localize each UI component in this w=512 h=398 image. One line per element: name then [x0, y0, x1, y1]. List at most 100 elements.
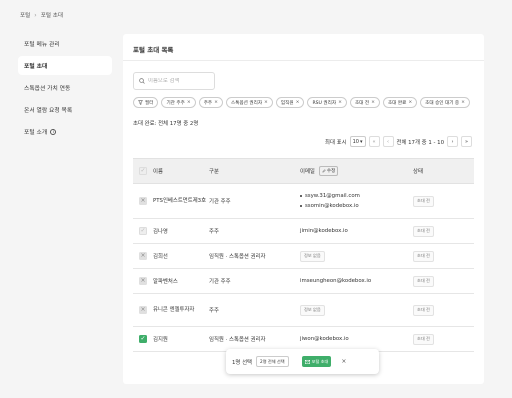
page-title: 포털 초대 목록 — [123, 34, 484, 61]
mail-icon — [304, 359, 310, 364]
row-checkbox[interactable]: × — [139, 252, 147, 260]
row-checkbox[interactable]: × — [139, 306, 147, 314]
row-type: 기관 주주 — [209, 279, 231, 285]
row-name: 김나영 — [153, 229, 168, 235]
close-icon[interactable]: × — [408, 100, 412, 105]
filter-chip-label: 초대 승인 대기 중 — [425, 100, 460, 106]
email-value: ssyw.31@gmail.com — [305, 193, 360, 199]
breadcrumb-root[interactable]: 포털 — [20, 11, 30, 19]
filter-chip[interactable]: 임직원 × — [275, 97, 305, 108]
row-email: ssyw.31@gmail.com ssomin@kodebox.io — [300, 191, 413, 211]
column-header-name[interactable]: 이름 — [153, 167, 209, 175]
next-page-button[interactable]: › — [447, 136, 458, 147]
status-badge: 초대 전 — [413, 195, 434, 207]
status-badge: 초대 전 — [413, 275, 434, 287]
close-icon[interactable]: × — [341, 358, 346, 365]
search-icon — [139, 78, 145, 84]
filter-chip-label: 임직원 — [280, 100, 294, 106]
page-range: 전체 17개 중 1 - 10 — [396, 139, 445, 146]
bullet-icon — [300, 205, 302, 207]
status-badge: 초대 전 — [413, 250, 434, 262]
filter-chip-label: 초대 완료 — [387, 100, 407, 106]
filter-chip[interactable]: 초대 승인 대기 중 × — [420, 97, 470, 108]
row-type: 주주 — [209, 308, 219, 314]
email-missing-badge: 정보 없음 — [300, 304, 325, 316]
filter-chip[interactable]: 주주 × — [198, 97, 223, 108]
filter-label: 필터 — [145, 100, 154, 106]
selection-action-bar: 1명 선택 2명 전체 선택 포털 초대 × — [226, 349, 379, 374]
sidebar-item-stock-option-value[interactable]: 스톡옵션 가치 연동 — [18, 78, 112, 97]
table-row[interactable]: × PTS인베스트먼트제3호 기관 주주 ssyw.31@gmail.com s… — [133, 184, 474, 219]
email-missing-badge: 정보 없음 — [300, 250, 325, 262]
close-icon[interactable]: × — [371, 100, 375, 105]
sidebar-item-portal-menu[interactable]: 포털 메뉴 관리 — [18, 34, 112, 53]
close-icon[interactable]: × — [296, 100, 300, 105]
page-size-select[interactable]: 10 ▾ — [349, 136, 366, 147]
table-row[interactable]: × 유니콘 엔젤투자자 주주 정보 없음 초대 전 — [133, 294, 474, 327]
row-type: 임직원 · 스톡옵션 권리자 — [209, 337, 266, 343]
breadcrumb-current: 포털 초대 — [40, 13, 64, 19]
column-header-email-label: 이메일 — [300, 169, 315, 175]
page-size-value: 10 — [352, 138, 359, 145]
row-checkbox[interactable]: ✓ — [139, 335, 147, 343]
portal-invite-button[interactable]: 포털 초대 — [301, 356, 332, 367]
invite-list-card: 포털 초대 목록 필터 기관 주주× 주주× 스톡옵션 권리자× 임직원× RS… — [123, 34, 484, 384]
filter-chip[interactable]: 초대 완료 × — [382, 97, 418, 108]
status-badge: 초대 전 — [413, 225, 434, 237]
row-email: imseungheon@kodebox.io — [300, 278, 372, 284]
filter-chip[interactable]: RSU 권리자 × — [307, 97, 347, 108]
prev-page-button[interactable]: ‹ — [382, 136, 394, 147]
info-circle-icon: i — [50, 128, 57, 135]
column-header-email: 이메일 수정 — [300, 166, 413, 176]
status-badge: 초대 전 — [413, 333, 434, 345]
edit-email-button[interactable]: 수정 — [318, 166, 339, 176]
column-header-type[interactable]: 구분 — [209, 167, 300, 175]
close-icon[interactable]: × — [214, 100, 218, 105]
row-name: 유니콘 엔젤투자자 — [153, 306, 195, 313]
table-row[interactable]: × 김희선 임직원 · 스톡옵션 권리자 정보 없음 초대 전 — [133, 244, 474, 269]
row-email: jiwon@kodebox.io — [300, 336, 349, 342]
row-checkbox[interactable]: × — [139, 277, 147, 285]
row-checkbox[interactable]: ✓ — [139, 227, 147, 235]
last-page-button[interactable]: » — [461, 136, 472, 147]
filter-chip-label: 스톡옵션 권리자 — [231, 100, 263, 106]
filter-chip[interactable]: 초대 전 × — [349, 97, 380, 108]
select-all-button[interactable]: 2명 전체 선택 — [256, 356, 289, 367]
filter-bar: 필터 기관 주주 × 주주 × 스톡옵션 권리자 × 임직원 × RSU 권리자 × 초대… — [133, 97, 470, 108]
pagination: 최대 표시 10 ▾ « ‹ 전체 17개 중 1 - 10 › » — [325, 136, 472, 147]
close-icon[interactable]: × — [338, 100, 342, 105]
select-all-checkbox[interactable]: ✓ — [139, 167, 147, 175]
row-name: 김희선 — [153, 254, 168, 260]
search-box[interactable] — [133, 72, 215, 90]
sidebar: 포털 메뉴 관리 포털 초대 스톡옵션 가치 연동 온서 열람 요청 목록 포털… — [18, 34, 112, 144]
search-input[interactable] — [148, 78, 213, 84]
table-row[interactable]: × 알파벤처스 기관 주주 imseungheon@kodebox.io 초대 … — [133, 269, 474, 294]
sidebar-item-portal-intro[interactable]: 포털 소개 i — [18, 122, 112, 141]
invite-table: ✓ 이름 구분 이메일 수정 상태 × PTS인베스트먼트제3호 기관 주주 s… — [133, 158, 474, 352]
close-icon[interactable]: × — [461, 100, 465, 105]
filter-button[interactable]: 필터 — [133, 97, 159, 108]
sidebar-item-label: 스톡옵션 가치 연동 — [24, 86, 71, 92]
sidebar-item-label: 온서 열람 요청 목록 — [24, 108, 73, 114]
table-row[interactable]: ✓ 김나영 주주 jimin@kodebox.io 초대 전 — [133, 219, 474, 244]
close-icon[interactable]: × — [187, 100, 191, 105]
filter-chip[interactable]: 스톡옵션 권리자 × — [226, 97, 273, 108]
portal-invite-label: 포털 초대 — [311, 358, 329, 364]
first-page-button[interactable]: « — [368, 136, 380, 147]
edit-email-label: 수정 — [326, 169, 336, 174]
row-name: 알파벤처스 — [153, 279, 178, 285]
row-type: 기관 주주 — [209, 199, 231, 205]
row-checkbox[interactable]: × — [139, 197, 147, 205]
email-value: ssomin@kodebox.io — [305, 203, 359, 209]
filter-chip-label: 초대 전 — [354, 100, 370, 106]
sidebar-item-view-requests[interactable]: 온서 열람 요청 목록 — [18, 100, 112, 119]
close-icon[interactable]: × — [264, 100, 268, 105]
filter-chip[interactable]: 기관 주주 × — [161, 97, 196, 108]
chevron-down-icon: ▾ — [359, 138, 363, 145]
row-type: 임직원 · 스톡옵션 권리자 — [209, 254, 266, 260]
sidebar-item-portal-invite[interactable]: 포털 초대 — [18, 56, 112, 75]
filter-chip-label: 기관 주주 — [166, 100, 185, 106]
filter-chip-label: 주주 — [203, 100, 213, 106]
breadcrumb: 포털 › 포털 초대 — [20, 11, 64, 20]
filter-icon — [138, 100, 143, 105]
